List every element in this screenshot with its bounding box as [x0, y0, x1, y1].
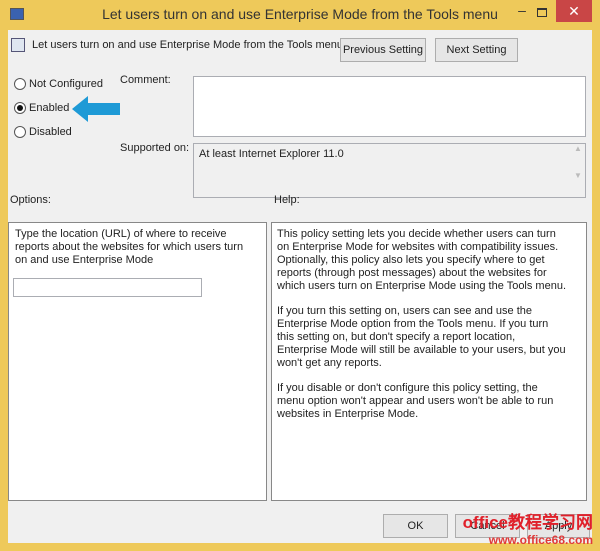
help-paragraph: This policy setting lets you decide whet… [277, 228, 567, 292]
options-label: Options: [10, 194, 51, 206]
help-paragraph: If you turn this setting on, users can s… [277, 305, 566, 369]
watermark-line1: office教程学习网 [462, 513, 593, 532]
options-panel: Type the location (URL) of where to rece… [8, 222, 267, 501]
supported-on-field: At least Internet Explorer 11.0 ▲ ▼ [193, 143, 586, 198]
scrollbar[interactable]: ▲ ▼ [571, 144, 585, 197]
setting-title: Let users turn on and use Enterprise Mod… [32, 39, 344, 51]
help-panel: This policy setting lets you decide whet… [271, 222, 587, 501]
supported-on-value: At least Internet Explorer 11.0 [199, 148, 344, 160]
policy-icon [11, 38, 25, 52]
supported-on-label: Supported on: [120, 142, 190, 154]
arrow-left-icon [72, 96, 120, 122]
options-description: Type the location (URL) of where to rece… [15, 228, 244, 266]
watermark: office教程学习网 www.office68.com [383, 508, 593, 547]
title-bar: Let users turn on and use Enterprise Mod… [0, 0, 600, 30]
report-url-input[interactable] [13, 278, 202, 297]
minimize-button[interactable]: – [512, 2, 532, 22]
dialog-body: Let users turn on and use Enterprise Mod… [8, 30, 593, 547]
window-title: Let users turn on and use Enterprise Mod… [102, 6, 498, 22]
radio-button[interactable] [14, 126, 26, 138]
close-button[interactable]: ✕ [556, 0, 592, 22]
scrollbar[interactable] [572, 223, 586, 500]
watermark-line2: www.office68.com [488, 533, 593, 547]
comment-label: Comment: [120, 74, 171, 86]
help-paragraph: If you disable or don't configure this p… [277, 382, 554, 420]
radio-button[interactable] [14, 78, 26, 90]
help-label: Help: [274, 194, 300, 206]
next-setting-button[interactable]: Next Setting [435, 38, 518, 62]
previous-setting-button[interactable]: Previous Setting [340, 38, 426, 62]
radio-button[interactable] [14, 102, 26, 114]
comment-textarea[interactable] [193, 76, 586, 137]
maximize-button[interactable] [537, 8, 547, 17]
